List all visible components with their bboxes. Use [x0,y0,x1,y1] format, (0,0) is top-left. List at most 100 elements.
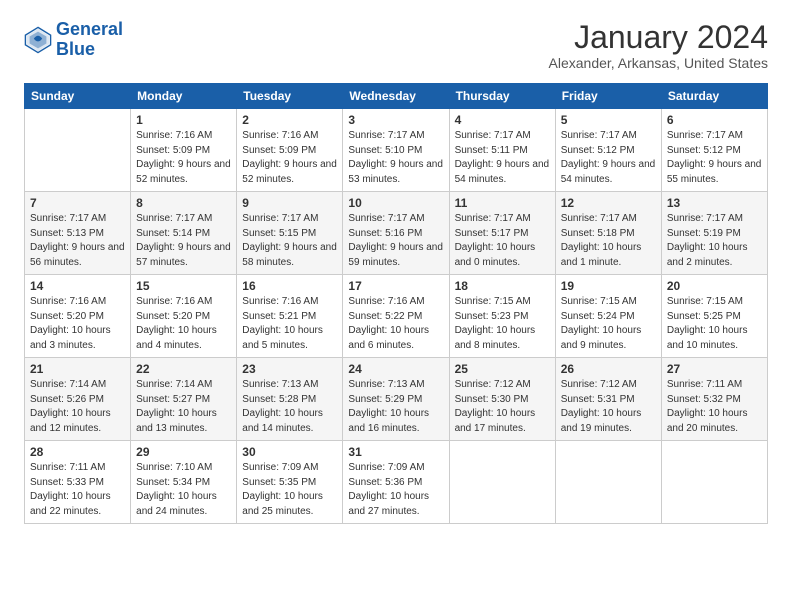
calendar-cell: 16 Sunrise: 7:16 AM Sunset: 5:21 PM Dayli… [237,275,343,358]
day-number: 20 [667,279,762,293]
day-number: 24 [348,362,443,376]
day-info: Sunrise: 7:09 AM Sunset: 5:36 PM Dayligh… [348,461,443,519]
calendar-cell: 25 Sunrise: 7:12 AM Sunset: 5:30 PM Dayli… [449,358,555,441]
calendar-cell: 22Sunrise: 7:14 AM Sunset: 5:27 PM Dayli… [131,358,237,441]
day-info: Sunrise: 7:17 AM Sunset: 5:19 PM Dayligh… [667,212,762,270]
calendar-cell: 28 Sunrise: 7:11 AM Sunset: 5:33 PM Dayli… [25,441,131,524]
day-info: Sunrise: 7:11 AM Sunset: 5:33 PM Dayligh… [30,461,125,519]
day-info: Sunrise: 7:12 AM Sunset: 5:30 PM Dayligh… [455,378,550,436]
main-title: January 2024 [549,20,768,55]
day-info: Sunrise: 7:17 AM Sunset: 5:14 PM Dayligh… [136,212,231,270]
weekday-header-saturday: Saturday [661,84,767,109]
day-info: Sunrise: 7:17 AM Sunset: 5:18 PM Dayligh… [561,212,656,270]
day-info: Sunrise: 7:16 AM Sunset: 5:20 PM Dayligh… [136,295,231,353]
weekday-header-tuesday: Tuesday [237,84,343,109]
page: General Blue January 2024 Alexander, Ark… [0,0,792,612]
calendar-cell: 19Sunrise: 7:15 AM Sunset: 5:24 PM Dayli… [555,275,661,358]
day-number: 7 [30,196,125,210]
weekday-header-monday: Monday [131,84,237,109]
logo-text: General Blue [56,20,123,60]
day-number: 5 [561,113,656,127]
calendar-cell: 23 Sunrise: 7:13 AM Sunset: 5:28 PM Dayli… [237,358,343,441]
day-info: Sunrise: 7:13 AM Sunset: 5:29 PM Dayligh… [348,378,443,436]
day-info: Sunrise: 7:14 AM Sunset: 5:27 PM Dayligh… [136,378,231,436]
calendar-cell: 4 Sunrise: 7:17 AM Sunset: 5:11 PM Daylig… [449,109,555,192]
calendar-cell: 24 Sunrise: 7:13 AM Sunset: 5:29 PM Dayli… [343,358,449,441]
calendar-cell: 14 Sunrise: 7:16 AM Sunset: 5:20 PM Dayli… [25,275,131,358]
day-number: 14 [30,279,125,293]
day-number: 19 [561,279,656,293]
day-info: Sunrise: 7:17 AM Sunset: 5:17 PM Dayligh… [455,212,550,270]
calendar-cell [25,109,131,192]
calendar-cell [555,441,661,524]
day-number: 16 [242,279,337,293]
day-info: Sunrise: 7:16 AM Sunset: 5:09 PM Dayligh… [136,129,231,187]
day-number: 25 [455,362,550,376]
day-number: 27 [667,362,762,376]
day-number: 10 [348,196,443,210]
day-info: Sunrise: 7:17 AM Sunset: 5:16 PM Dayligh… [348,212,443,270]
weekday-header-sunday: Sunday [25,84,131,109]
day-info: Sunrise: 7:15 AM Sunset: 5:23 PM Dayligh… [455,295,550,353]
day-number: 3 [348,113,443,127]
day-number: 28 [30,445,125,459]
calendar-cell: 12 Sunrise: 7:17 AM Sunset: 5:18 PM Dayli… [555,192,661,275]
day-number: 23 [242,362,337,376]
day-info: Sunrise: 7:17 AM Sunset: 5:12 PM Dayligh… [561,129,656,187]
calendar-cell: 7 Sunrise: 7:17 AM Sunset: 5:13 PM Daylig… [25,192,131,275]
day-number: 1 [136,113,231,127]
calendar-cell: 18Sunrise: 7:15 AM Sunset: 5:23 PM Dayli… [449,275,555,358]
calendar-cell: 13 Sunrise: 7:17 AM Sunset: 5:19 PM Dayli… [661,192,767,275]
calendar-cell: 29Sunrise: 7:10 AM Sunset: 5:34 PM Dayli… [131,441,237,524]
calendar-cell: 27Sunrise: 7:11 AM Sunset: 5:32 PM Dayli… [661,358,767,441]
header: General Blue January 2024 Alexander, Ark… [24,20,768,71]
calendar-cell: 1 Sunrise: 7:16 AM Sunset: 5:09 PM Daylig… [131,109,237,192]
day-number: 8 [136,196,231,210]
day-number: 12 [561,196,656,210]
calendar-cell: 11 Sunrise: 7:17 AM Sunset: 5:17 PM Dayli… [449,192,555,275]
day-number: 30 [242,445,337,459]
day-info: Sunrise: 7:17 AM Sunset: 5:15 PM Dayligh… [242,212,337,270]
day-number: 13 [667,196,762,210]
week-row-0: 1 Sunrise: 7:16 AM Sunset: 5:09 PM Daylig… [25,109,768,192]
day-info: Sunrise: 7:12 AM Sunset: 5:31 PM Dayligh… [561,378,656,436]
day-number: 2 [242,113,337,127]
calendar-cell: 9Sunrise: 7:17 AM Sunset: 5:15 PM Daylig… [237,192,343,275]
day-info: Sunrise: 7:16 AM Sunset: 5:21 PM Dayligh… [242,295,337,353]
calendar-cell: 17Sunrise: 7:16 AM Sunset: 5:22 PM Dayli… [343,275,449,358]
calendar-cell [449,441,555,524]
day-info: Sunrise: 7:16 AM Sunset: 5:20 PM Dayligh… [30,295,125,353]
day-number: 15 [136,279,231,293]
title-block: January 2024 Alexander, Arkansas, United… [549,20,768,71]
day-info: Sunrise: 7:17 AM Sunset: 5:13 PM Dayligh… [30,212,125,270]
weekday-header-thursday: Thursday [449,84,555,109]
logo-line2: Blue [56,39,95,59]
week-row-3: 21 Sunrise: 7:14 AM Sunset: 5:26 PM Dayli… [25,358,768,441]
calendar-cell: 21 Sunrise: 7:14 AM Sunset: 5:26 PM Dayli… [25,358,131,441]
day-info: Sunrise: 7:09 AM Sunset: 5:35 PM Dayligh… [242,461,337,519]
day-info: Sunrise: 7:17 AM Sunset: 5:10 PM Dayligh… [348,129,443,187]
logo-line1: General [56,19,123,39]
logo: General Blue [24,20,123,60]
day-number: 6 [667,113,762,127]
calendar-cell: 30 Sunrise: 7:09 AM Sunset: 5:35 PM Dayli… [237,441,343,524]
day-info: Sunrise: 7:14 AM Sunset: 5:26 PM Dayligh… [30,378,125,436]
day-number: 11 [455,196,550,210]
calendar-cell: 8 Sunrise: 7:17 AM Sunset: 5:14 PM Daylig… [131,192,237,275]
day-number: 17 [348,279,443,293]
calendar-cell: 3 Sunrise: 7:17 AM Sunset: 5:10 PM Daylig… [343,109,449,192]
day-number: 29 [136,445,231,459]
weekday-header-row: SundayMondayTuesdayWednesdayThursdayFrid… [25,84,768,109]
week-row-2: 14 Sunrise: 7:16 AM Sunset: 5:20 PM Dayli… [25,275,768,358]
weekday-header-friday: Friday [555,84,661,109]
day-number: 21 [30,362,125,376]
day-info: Sunrise: 7:17 AM Sunset: 5:12 PM Dayligh… [667,129,762,187]
calendar-cell: 6 Sunrise: 7:17 AM Sunset: 5:12 PM Daylig… [661,109,767,192]
subtitle: Alexander, Arkansas, United States [549,55,768,71]
day-info: Sunrise: 7:16 AM Sunset: 5:09 PM Dayligh… [242,129,337,187]
week-row-1: 7 Sunrise: 7:17 AM Sunset: 5:13 PM Daylig… [25,192,768,275]
day-info: Sunrise: 7:17 AM Sunset: 5:11 PM Dayligh… [455,129,550,187]
day-info: Sunrise: 7:13 AM Sunset: 5:28 PM Dayligh… [242,378,337,436]
calendar-cell: 20Sunrise: 7:15 AM Sunset: 5:25 PM Dayli… [661,275,767,358]
day-number: 4 [455,113,550,127]
